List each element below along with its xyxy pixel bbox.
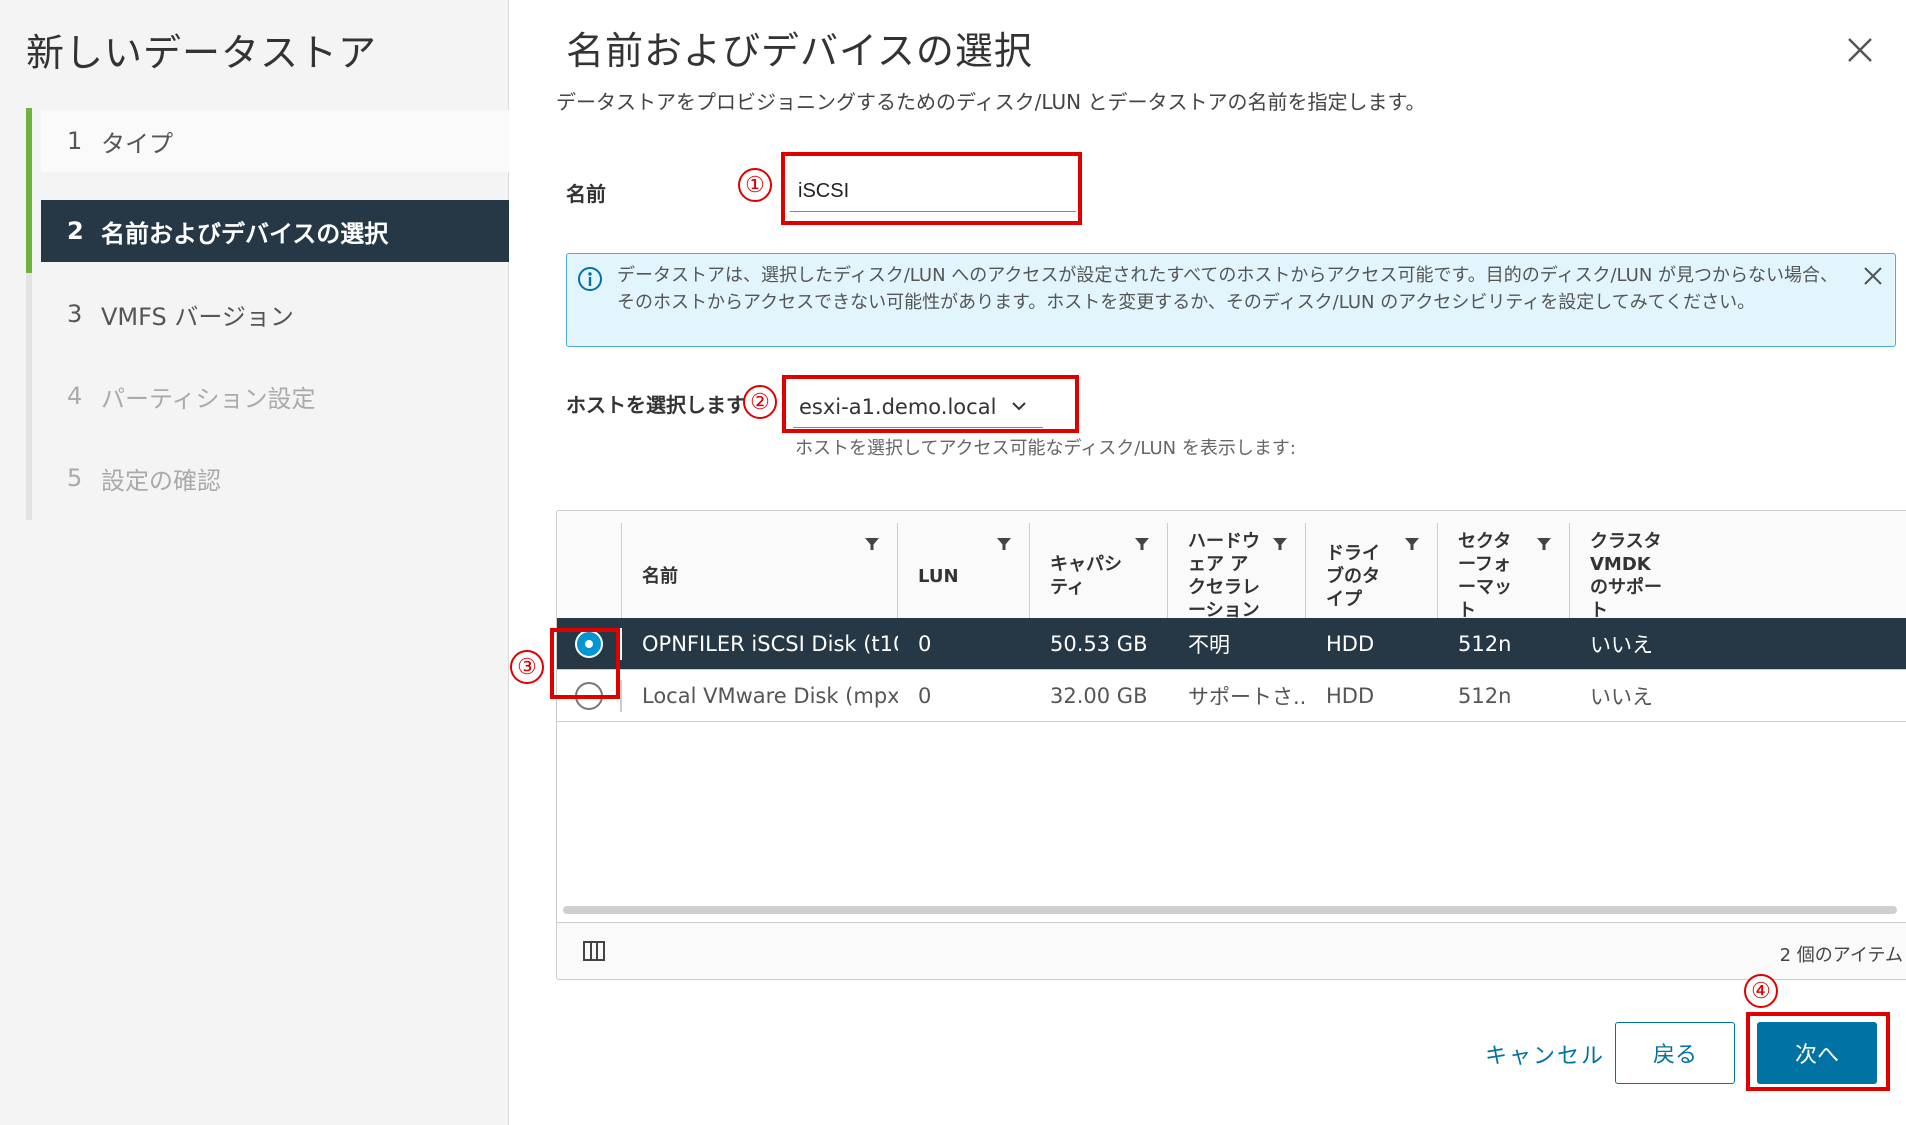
cancel-button[interactable]: キャンセル [1470,1024,1620,1084]
item-count: 2 個のアイテム [1779,945,1903,966]
callout-2: ② [743,385,777,419]
step-number: 2 [67,217,84,245]
filter-icon[interactable] [996,536,1012,552]
cell-cluster-vmdk: いいえ [1590,685,1653,709]
col-header-label: ハードウェア アクセラレーション [1188,531,1260,621]
cell-sector: 512n [1458,632,1512,656]
callout-3: ③ [510,650,544,684]
filter-icon[interactable] [1404,536,1420,552]
table-row[interactable]: OPNFILER iSCSI Disk (t10.F... 0 50.53 GB… [557,618,1906,670]
device-grid: 名前 LUN キャパシティ ハードウェア アクセラレーション ドライブのタイプ … [556,510,1906,980]
cell-capacity: 32.00 GB [1050,684,1148,708]
info-icon [578,267,602,291]
step-number: 4 [67,382,83,410]
cell-name: Local VMware Disk (mpx.v... [642,684,898,708]
filter-icon[interactable] [1272,536,1288,552]
cell-lun: 0 [918,632,932,656]
filter-icon[interactable] [1134,536,1150,552]
col-header-label: ドライブのタイプ [1326,542,1380,610]
cell-name: OPNFILER iSCSI Disk (t10.F... [642,632,898,656]
cell-drive-type: HDD [1326,684,1375,708]
annotation-box-1 [781,152,1082,225]
cell-hw-accel: 不明 [1188,633,1230,657]
cell-sector: 512n [1458,684,1512,708]
step-2-name-device[interactable]: 2 名前およびデバイスの選択 [41,200,509,262]
grid-footer: 2 個のアイテム [557,922,1906,979]
step-label: 名前およびデバイスの選択 [101,219,389,248]
step-5-review: 5 設定の確認 [41,447,509,509]
step-number: 5 [67,464,83,492]
cell-cluster-vmdk: いいえ [1590,633,1653,657]
step-3-vmfs-version[interactable]: 3 VMFS バージョン [41,283,509,345]
step-number: 1 [67,127,83,155]
step-number: 3 [67,300,83,328]
wizard-title: 新しいデータストア [26,31,378,75]
step-4-partition: 4 パーティション設定 [41,365,509,427]
alert-close-icon[interactable] [1861,264,1885,288]
info-alert: データストアは、選択したディスク/LUN へのアクセスが設定されたすべてのホスト… [566,253,1896,347]
host-help-text: ホストを選択してアクセス可能なディスク/LUN を表示します: [795,438,1296,459]
page-title: 名前およびデバイスの選択 [566,29,1033,73]
horizontal-scrollbar[interactable] [563,906,1897,914]
annotation-box-3 [550,628,620,699]
step-label: VMFS バージョン [101,302,294,331]
annotation-box-2 [782,375,1079,433]
wizard-main: 名前およびデバイスの選択 データストアをプロビジョニングするためのディスク/LU… [510,0,1906,1125]
close-icon[interactable] [1844,34,1876,66]
annotation-box-4 [1746,1012,1890,1091]
step-1-type[interactable]: 1 タイプ [41,110,509,172]
filter-icon[interactable] [864,536,880,552]
col-header-label: セクターフォーマット [1458,531,1512,621]
wizard-sidebar: 新しいデータストア 1 タイプ 2 名前およびデバイスの選択 3 VMFS バー… [0,0,509,1125]
host-label: ホストを選択します [566,393,746,417]
table-row[interactable]: Local VMware Disk (mpx.v... 0 32.00 GB サ… [557,670,1906,722]
step-label: 設定の確認 [101,466,221,495]
callout-1: ① [738,168,772,202]
step-rail-progress [26,108,32,273]
col-header-label: キャパシティ [1050,554,1122,598]
cell-lun: 0 [918,684,932,708]
step-label: タイプ [101,129,173,158]
callout-4: ④ [1744,974,1778,1008]
col-header-label: LUN [918,565,959,587]
alert-message: データストアは、選択したディスク/LUN へのアクセスが設定されたすべてのホスト… [617,265,1839,313]
back-button[interactable]: 戻る [1615,1022,1735,1084]
column-toggle-icon[interactable] [583,941,605,961]
name-label: 名前 [566,182,606,206]
cell-hw-accel: サポートさ... [1188,685,1306,709]
col-header-label: クラスタ VMDK のサポート [1590,531,1662,621]
cell-capacity: 50.53 GB [1050,632,1148,656]
col-header-label: 名前 [642,565,678,587]
cell-drive-type: HDD [1326,632,1375,656]
step-label: パーティション設定 [101,384,316,413]
page-subtitle: データストアをプロビジョニングするためのディスク/LUN とデータストアの名前を… [556,90,1426,114]
filter-icon[interactable] [1536,536,1552,552]
